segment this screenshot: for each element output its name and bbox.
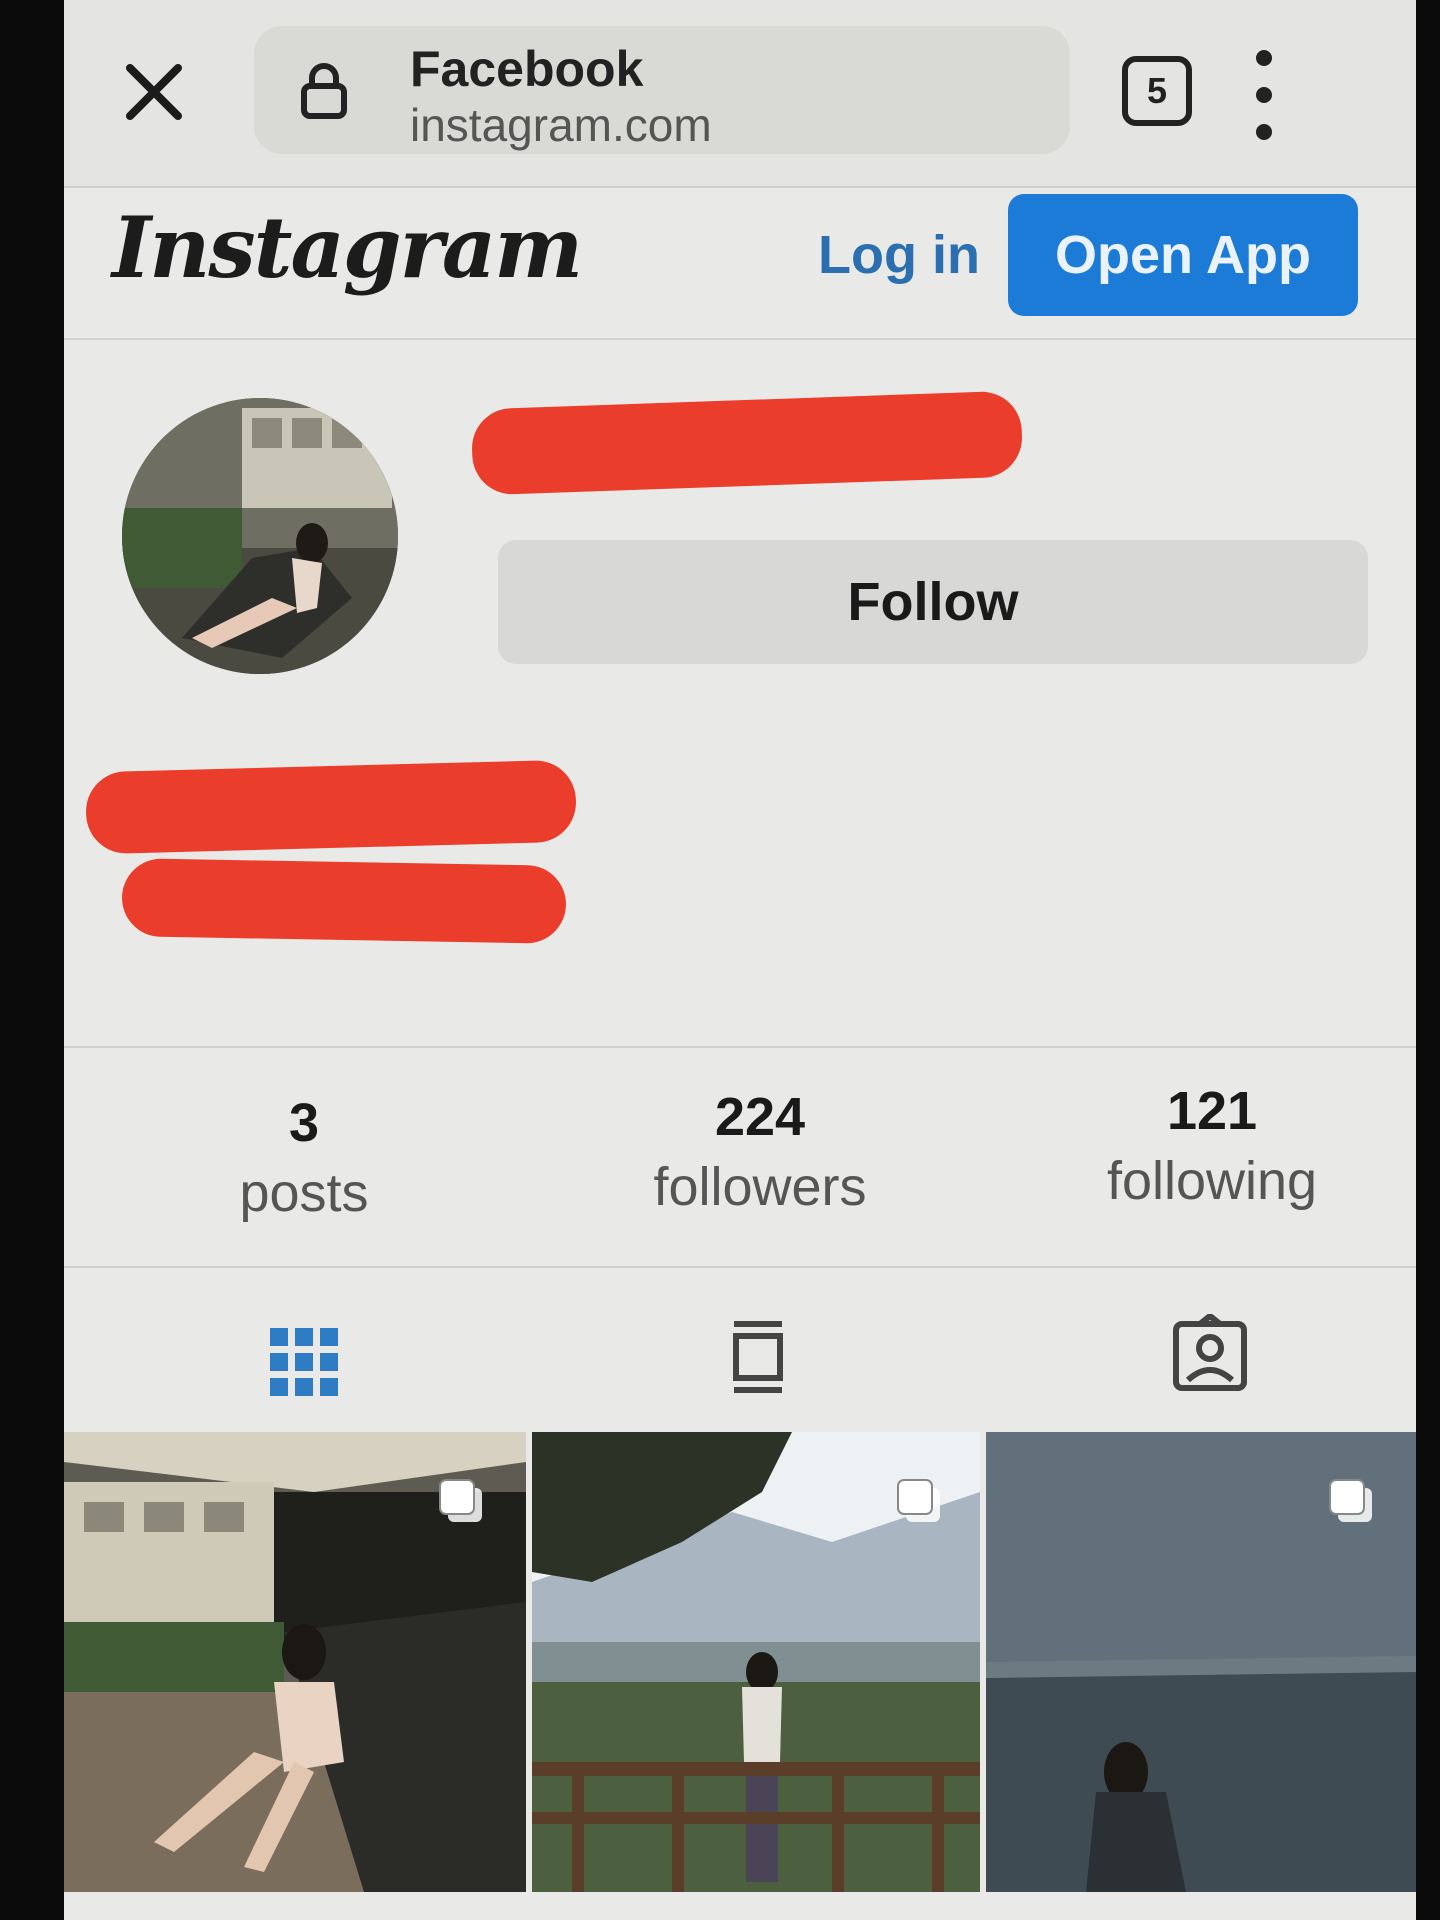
divider [64,1046,1416,1048]
redaction-mark [121,858,567,944]
phone-screen: Facebook instagram.com 5 Instagram Log i… [64,0,1416,1920]
stat-value: 121 [1166,1081,1258,1141]
grid-icon[interactable] [264,1322,344,1402]
stat-label: posts [239,1163,369,1223]
browser-toolbar: Facebook instagram.com 5 [64,0,1416,188]
post-thumbnail[interactable] [64,1432,526,1892]
instagram-header: Instagram Log in Open App [64,188,1416,340]
close-icon [126,64,182,120]
tab-switcher-button[interactable]: 5 [1122,56,1192,126]
site-title: Facebook [410,41,644,97]
post-thumbnail[interactable] [986,1432,1416,1892]
instagram-logo[interactable]: Instagram [112,198,583,297]
lock-icon [301,63,347,119]
login-link[interactable]: Log in [818,224,980,286]
redaction-mark [470,390,1024,496]
follow-button[interactable]: Follow [498,540,1368,664]
stat-label: following [1106,1151,1318,1211]
multiple-photos-icon [1329,1479,1372,1522]
stat-followers[interactable]: 224 followers [580,1086,940,1218]
stat-label: followers [653,1157,867,1217]
site-url: instagram.com [410,99,712,151]
stat-posts[interactable]: 3 posts [124,1092,484,1224]
tagged-icon[interactable] [1170,1314,1250,1394]
address-bar[interactable]: Facebook instagram.com [254,26,1070,154]
feed-icon[interactable] [718,1316,798,1396]
multiple-photos-icon [439,1479,482,1522]
more-vertical-icon[interactable] [1244,50,1284,140]
post-grid [64,1432,1416,1892]
open-app-button[interactable]: Open App [1008,194,1358,316]
close-button[interactable] [116,54,192,130]
stat-value: 3 [288,1093,320,1153]
multiple-photos-icon [897,1479,940,1522]
stat-following[interactable]: 121 following [1032,1080,1392,1212]
divider [64,1266,1416,1268]
avatar[interactable] [122,398,398,674]
stat-value: 224 [714,1087,806,1147]
avatar-photo [122,398,398,674]
post-thumbnail[interactable] [532,1432,980,1892]
redaction-mark [85,759,577,855]
